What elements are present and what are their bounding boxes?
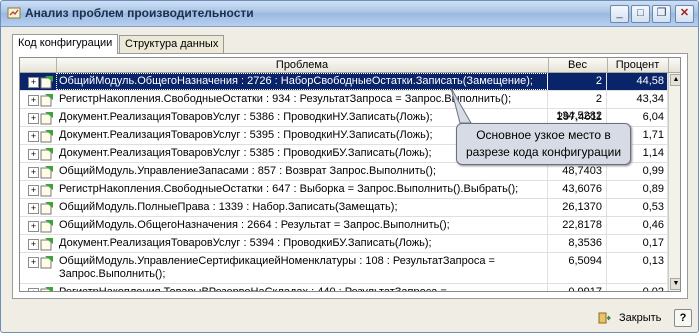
cell-problem: РегистрНакопления.СвободныеОстатки : 647… (56, 181, 548, 198)
expand-icon[interactable]: + (28, 185, 39, 196)
code-module-icon (40, 184, 53, 197)
vertical-scrollbar[interactable]: ▲ ▼ (668, 73, 680, 291)
table-row[interactable]: + РегистрНакопления.ТоварыВРезервеНаСклад… (20, 284, 680, 291)
tab-configuration-code[interactable]: Код конфигурации (12, 34, 119, 54)
header-weight[interactable]: Вес (548, 58, 608, 72)
header-tree-column[interactable] (20, 58, 57, 72)
cell-weight: 26,1370 (548, 199, 607, 216)
code-module-icon (40, 166, 53, 179)
cell-percent: 0,99 (607, 163, 668, 180)
expand-icon[interactable]: + (28, 131, 39, 142)
cell-problem: ОбщийМодуль.ПолныеПрава : 1339 : Набор.З… (56, 199, 548, 216)
expand-icon[interactable]: + (28, 149, 39, 160)
cell-weight: 6,5094 (548, 253, 607, 283)
table-row[interactable]: + РегистрНакопления.СвободныеОстатки : 64… (20, 181, 680, 199)
code-module-icon (40, 238, 53, 251)
cell-percent: 44,58 (607, 73, 668, 90)
cell-percent: 0,46 (607, 217, 668, 234)
code-module-icon (40, 76, 53, 89)
expand-icon[interactable]: + (28, 77, 39, 88)
app-icon (7, 7, 21, 19)
close-button-label: Закрыть (619, 312, 662, 324)
expand-icon[interactable]: + (28, 113, 39, 124)
close-window-button[interactable]: ✕ (675, 5, 694, 23)
expand-icon[interactable]: + (28, 257, 39, 268)
maximize-button[interactable]: □ (631, 5, 650, 23)
cell-problem: ОбщийМодуль.УправлениеСертификациейНомен… (56, 253, 548, 283)
expand-icon[interactable]: + (28, 203, 39, 214)
table-header: Проблема Вес Процент (%) (20, 58, 680, 85)
cell-problem: Документ.РеализацияТоваровУслуг : 5394 :… (56, 235, 548, 252)
scroll-up-arrow-icon[interactable]: ▲ (670, 74, 680, 86)
table-row[interactable]: + ОбщийМодуль.ПолныеПрава : 1339 : Набор.… (20, 199, 680, 217)
cell-weight: 22,8178 (548, 217, 607, 234)
code-module-icon (40, 148, 53, 161)
cell-problem: РегистрНакопления.ТоварыВРезервеНаСклада… (56, 284, 548, 291)
minimize-icon: _ (616, 7, 623, 19)
cell-percent: 0,13 (607, 253, 668, 283)
cell-problem: ОбщийМодуль.УправлениеЗапасами : 857 : В… (56, 163, 548, 180)
expand-icon[interactable]: + (28, 221, 39, 232)
restore-button[interactable]: ❐ (652, 5, 671, 23)
cell-weight: 0,9917 (548, 284, 607, 291)
header-percent[interactable]: Процент (%) (607, 58, 669, 85)
cell-percent: 0,17 (607, 235, 668, 252)
tab-data-structure[interactable]: Структура данных (119, 35, 225, 53)
table-row[interactable]: + ОбщийМодуль.УправлениеСертификациейНоме… (20, 253, 680, 284)
cell-weight: 8,3536 (548, 235, 607, 252)
cell-weight: 2 195,8679 (548, 73, 607, 104)
cell-weight: 48,7403 (548, 163, 607, 180)
help-icon: ? (679, 312, 687, 324)
code-module-icon (40, 202, 53, 215)
cell-percent: 0,89 (607, 181, 668, 198)
code-module-icon (40, 220, 53, 233)
maximize-icon: □ (637, 7, 644, 19)
cell-percent: 0,02 (607, 284, 668, 291)
callout-note: Основное узкое место в разрезе кода конф… (456, 123, 631, 165)
table-row[interactable]: + РегистрНакопления.СвободныеОстатки : 93… (20, 91, 680, 122)
code-module-icon (40, 94, 53, 107)
restore-icon: ❐ (656, 7, 667, 19)
cell-weight: 43,6076 (548, 181, 607, 198)
table-row[interactable]: + ОбщийМодуль.ОбщегоНазначения : 2664 : Р… (20, 217, 680, 235)
table-row[interactable]: + ОбщийМодуль.ОбщегоНазначения : 2726 : Н… (20, 73, 680, 104)
expand-icon[interactable]: + (28, 95, 39, 106)
expand-icon[interactable]: + (28, 288, 39, 291)
window-title: Анализ проблем производительности (25, 6, 254, 20)
title-bar[interactable]: Анализ проблем производительности _ □ ❐ … (1, 1, 698, 27)
performance-analysis-window: Анализ проблем производительности _ □ ❐ … (0, 0, 699, 333)
problems-table[interactable]: Проблема Вес Процент (%) +ОбщийМодуль.Об… (19, 57, 681, 292)
code-module-icon (40, 256, 53, 269)
expand-icon[interactable]: + (28, 167, 39, 178)
tab-panel: Проблема Вес Процент (%) +ОбщийМодуль.Об… (12, 53, 688, 299)
close-door-icon (598, 312, 611, 324)
header-problem[interactable]: Проблема (56, 58, 549, 72)
minimize-button[interactable]: _ (610, 5, 629, 23)
expand-icon[interactable]: + (28, 239, 39, 250)
cell-percent: 43,34 (607, 91, 668, 108)
code-module-icon (40, 130, 53, 143)
cell-problem: ОбщийМодуль.ОбщегоНазначения : 2664 : Ре… (56, 217, 548, 234)
scroll-down-arrow-icon[interactable]: ▼ (670, 278, 680, 290)
close-icon: ✕ (679, 7, 690, 19)
help-button[interactable]: ? (674, 309, 692, 327)
code-module-icon (40, 112, 53, 125)
table-row[interactable]: + Документ.РеализацияТоваровУслуг : 5394 … (20, 235, 680, 253)
cell-weight: 2 134,5282 (548, 91, 607, 122)
table-row[interactable]: + ОбщийМодуль.УправлениеЗапасами : 857 : … (20, 163, 680, 181)
code-module-icon (40, 287, 53, 291)
cell-percent: 0,53 (607, 199, 668, 216)
bottom-bar: Закрыть ? (1, 305, 698, 332)
